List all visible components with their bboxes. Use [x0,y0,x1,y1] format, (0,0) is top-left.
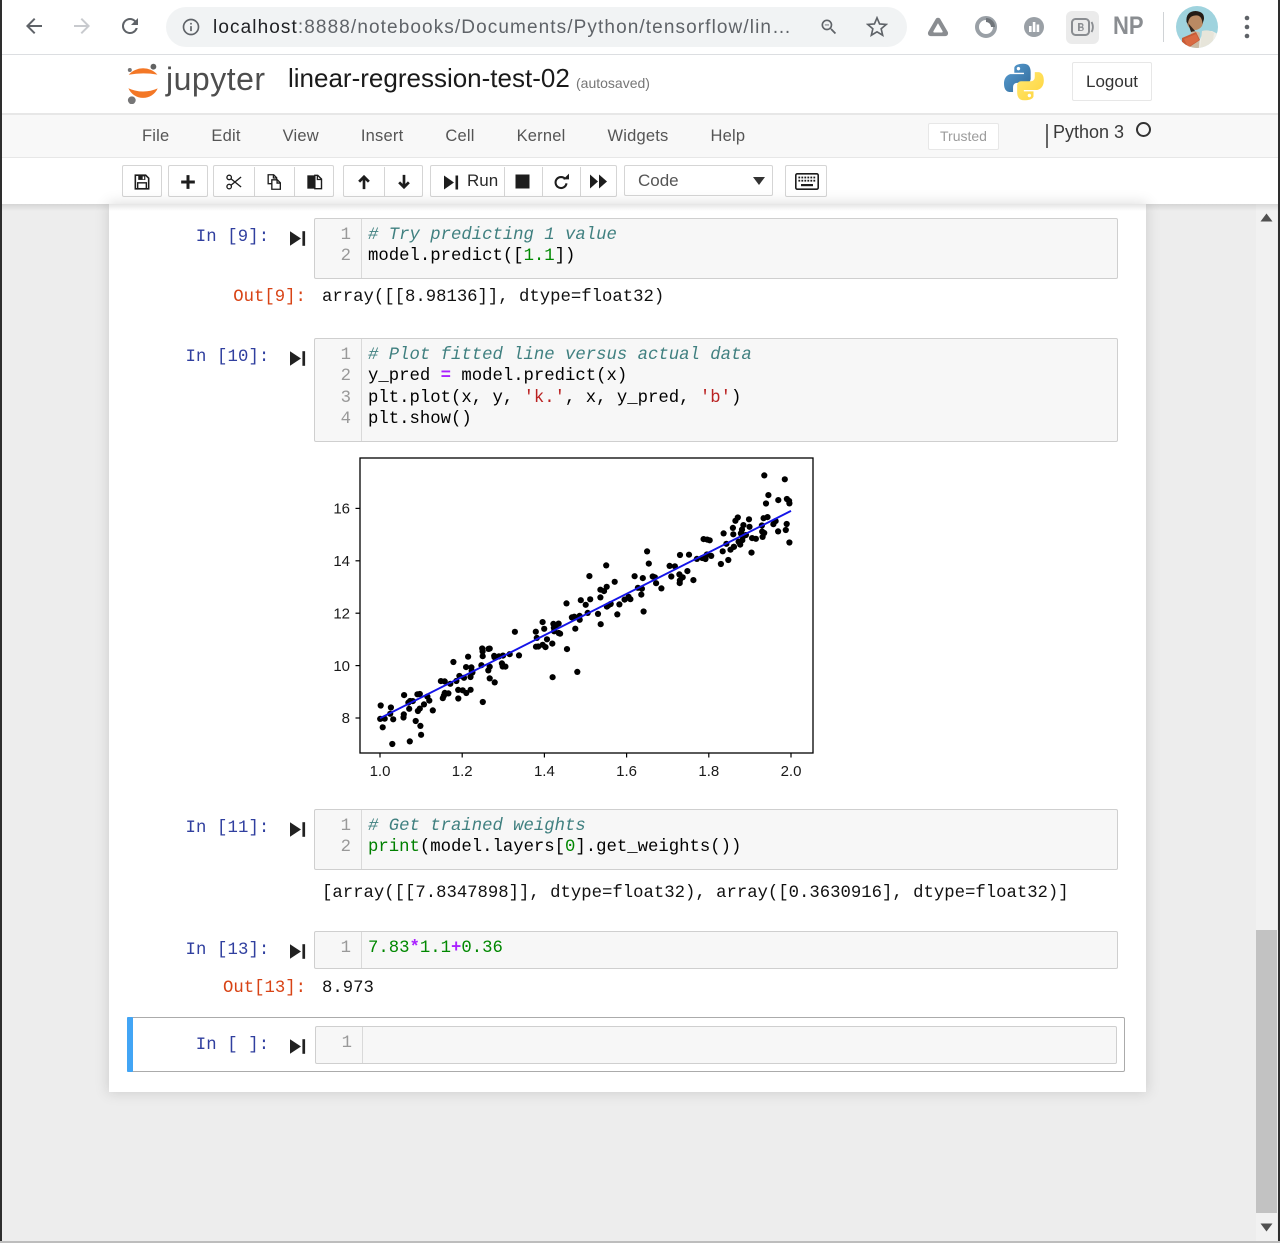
svg-text:10: 10 [333,658,350,675]
svg-text:1.4: 1.4 [534,763,555,780]
svg-text:1.6: 1.6 [616,763,637,780]
svg-text:1.2: 1.2 [452,763,473,780]
svg-text:12: 12 [333,605,350,622]
svg-text:2.0: 2.0 [781,763,802,780]
svg-text:1.0: 1.0 [370,763,391,780]
svg-text:16: 16 [333,501,350,518]
svg-text:14: 14 [333,553,350,570]
svg-text:8: 8 [342,710,350,727]
svg-text:1.8: 1.8 [698,763,719,780]
